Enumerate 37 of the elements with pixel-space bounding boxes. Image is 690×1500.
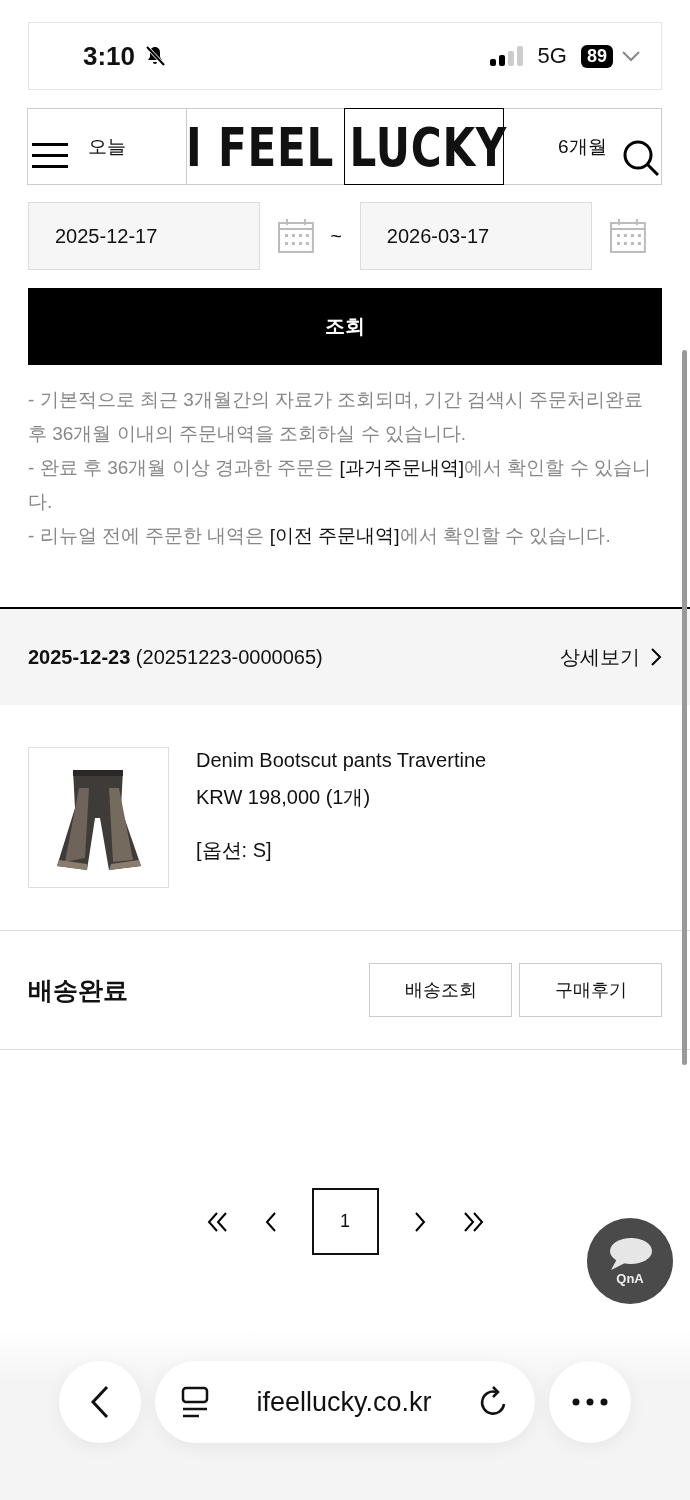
back-icon[interactable] [90,1385,110,1419]
product-price: KRW 198,000 (1개) [196,785,372,810]
order-action-button[interactable]: 구매후기 [519,963,662,1017]
speech-bubble-icon[interactable] [607,1236,653,1271]
battery-level: 89 [580,44,613,68]
search-icon[interactable] [622,139,660,177]
order-action-button[interactable]: 배송조회 [369,963,512,1017]
end-date-field[interactable]: 2026-03-17 [359,202,593,270]
search-button[interactable]: 조회 [28,288,662,365]
product-option: [옵션: S] [196,837,487,864]
previous-page-icon[interactable] [263,1210,278,1233]
start-date-field[interactable]: 2025-12-17 [28,202,261,270]
order-date: 2025-12-23 (20251223-0000065) [28,645,323,669]
first-page-icon[interactable] [205,1210,230,1233]
next-page-icon[interactable] [412,1210,427,1233]
order-status: 배송완료 [28,974,128,1006]
dropdown-field[interactable]: 3:10 5G 89 [28,22,662,90]
chevron-down-icon [621,50,641,62]
notice-text: - 기본적으로 최근 3개월간의 자료가 조회되며, 기간 검색시 주문처리완료 후 36개월 이내의 주문내역을 조회하실 수 있습니다. [28,388,645,446]
network-label: 5G [537,43,567,69]
notice-text: - 리뉴얼 전에 주문한 내역은 [이전 주문내역]에서 확인할 수 있습니다. [28,524,612,548]
status-time: 3:10 [83,40,136,72]
page-number[interactable]: 1 [311,1188,379,1255]
notice-text: - 완료 후 36개월 이상 경과한 주문은 [과거주문내역]에서 확인할 수 있습니다. [28,456,652,514]
signal-icon [489,46,524,66]
menu-icon[interactable] [32,141,68,171]
bell-slash-icon [143,44,168,68]
qna-button[interactable]: QnA [587,1218,673,1304]
page-menu-icon[interactable] [181,1386,209,1418]
range-separator: ~ [330,224,342,248]
chevron-right-icon[interactable] [650,647,662,667]
address-bar[interactable]: ifeellucky.co.kr [155,1361,535,1443]
url-text[interactable]: ifeellucky.co.kr [256,1386,432,1418]
scrollbar[interactable] [682,350,687,1065]
detail-link[interactable]: 상세보기 [560,643,662,671]
product-name[interactable]: Denim Bootscut pants Travertine [196,749,487,772]
more-icon[interactable] [572,1398,608,1406]
